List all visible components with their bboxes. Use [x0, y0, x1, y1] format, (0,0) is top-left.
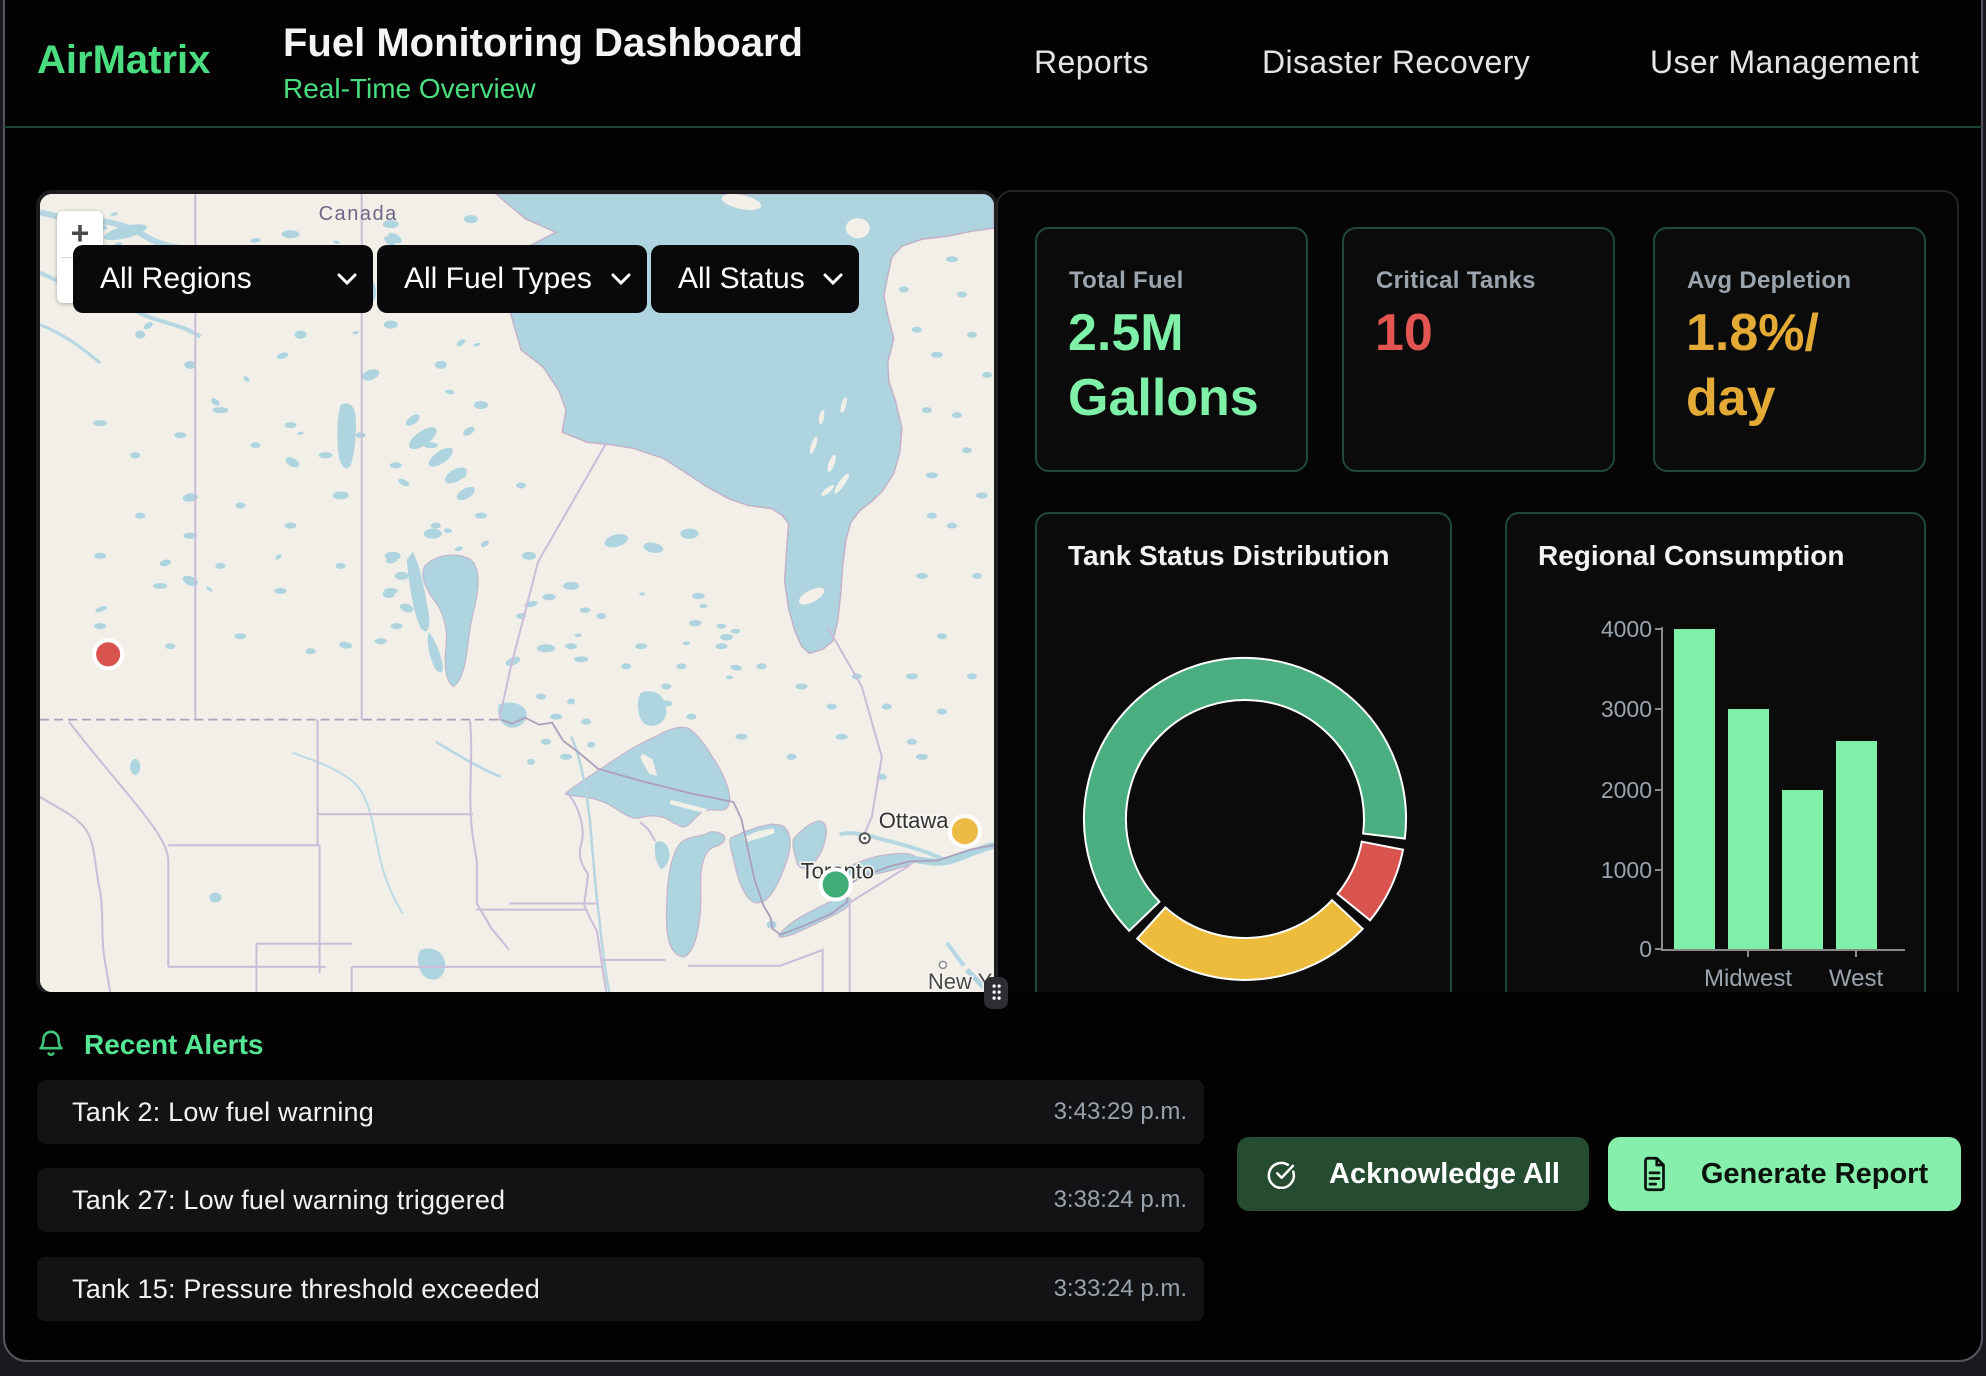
svg-text:West: West	[1829, 965, 1884, 992]
svg-text:0: 0	[1639, 936, 1652, 962]
svg-text:4000: 4000	[1601, 616, 1652, 642]
svg-text:3000: 3000	[1601, 696, 1652, 722]
svg-text:Canada: Canada	[319, 203, 398, 225]
svg-text:2000: 2000	[1601, 777, 1652, 803]
svg-text:Midwest: Midwest	[1704, 965, 1792, 992]
svg-text:Ottawa: Ottawa	[879, 808, 950, 833]
svg-text:1000: 1000	[1601, 857, 1652, 883]
